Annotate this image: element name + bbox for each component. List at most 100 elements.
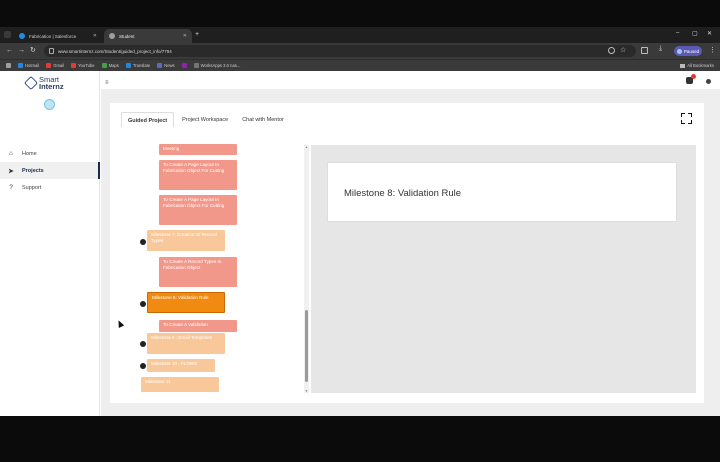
news-icon bbox=[157, 63, 163, 68]
notification-badge bbox=[691, 74, 696, 79]
bookmark-label: Hotmail bbox=[25, 63, 40, 68]
url-field[interactable]: www.smartinternz.com/Student/guided_proj… bbox=[44, 45, 636, 57]
help-icon: ? bbox=[9, 184, 13, 191]
tab-close-icon[interactable]: ✕ bbox=[93, 33, 97, 39]
tree-node-milestone[interactable]: Milestone 7: Creation Of Record Types bbox=[147, 230, 225, 251]
tab-chat-with-mentor[interactable]: Chat with Mentor bbox=[236, 112, 290, 128]
tree-node-current-milestone[interactable]: Milestone 8: Validation Rule bbox=[147, 292, 225, 313]
tab-close-icon[interactable]: ✕ bbox=[183, 33, 187, 39]
tree-node-task[interactable]: To Create A Record Types In Fabrication … bbox=[159, 257, 237, 287]
bookmark-label: News bbox=[164, 63, 175, 68]
gmail-icon bbox=[46, 63, 52, 68]
smartinternz-logo[interactable]: Smart Internz bbox=[23, 76, 64, 91]
tree-node-task[interactable]: To Create A Page Layout In Fabrication O… bbox=[159, 195, 237, 225]
close-window-icon[interactable]: ✕ bbox=[707, 30, 712, 37]
tree-node-task[interactable]: To Create A Validation bbox=[159, 320, 237, 332]
bookmark-unnamed[interactable] bbox=[181, 63, 187, 68]
site-info-icon[interactable] bbox=[49, 48, 54, 54]
maps-icon bbox=[101, 63, 107, 68]
milestone-bullet-icon bbox=[140, 301, 146, 307]
fullscreen-icon[interactable] bbox=[681, 113, 692, 124]
sidebar-item-support[interactable]: ? Support bbox=[0, 179, 100, 196]
project-tabs: Guided Project Project Workspace Chat wi… bbox=[121, 112, 290, 128]
bookmark-favicon-icon bbox=[181, 63, 187, 68]
bookmark-label: Translate bbox=[132, 63, 151, 68]
sidebar: Smart Internz ⌂ Home ➤ Projects ? Suppor… bbox=[0, 71, 100, 416]
tab-label: Student bbox=[119, 33, 135, 39]
tree-node-milestone[interactable]: Milestone 10 : FLOWS bbox=[147, 359, 215, 372]
bookmark-label: Gmail bbox=[53, 63, 65, 68]
all-bookmarks-label: All Bookmarks bbox=[687, 63, 714, 68]
student-favicon-icon bbox=[109, 33, 115, 39]
bookmark-youtube[interactable]: YouTube bbox=[71, 63, 95, 68]
forward-icon[interactable]: → bbox=[18, 47, 25, 55]
scrollbar-thumb[interactable] bbox=[305, 310, 308, 382]
sidebar-item-label: Home bbox=[22, 150, 37, 157]
hotmail-icon bbox=[18, 63, 23, 68]
bookmark-translate[interactable]: Translate bbox=[125, 63, 151, 68]
folder-icon bbox=[680, 63, 686, 68]
bookmarks-bar: Hotmail Gmail YouTube Maps Translate New… bbox=[0, 59, 720, 71]
tab-strip: Fabrication | Salesforce ✕ Student ✕ + –… bbox=[0, 27, 720, 43]
tab-guided-project[interactable]: Guided Project bbox=[121, 112, 175, 128]
browser-menu-icon[interactable]: ⋮ bbox=[709, 47, 716, 55]
bookmark-label: WorksApps 3.0 nas... bbox=[200, 63, 241, 68]
minimize-icon[interactable]: – bbox=[676, 30, 679, 36]
profile-avatar-icon bbox=[676, 48, 682, 54]
sidebar-item-home[interactable]: ⌂ Home bbox=[0, 145, 100, 162]
bookmark-maps[interactable]: Maps bbox=[101, 63, 119, 68]
milestone-tree: Meeting To Create A Page Layout In Fabri… bbox=[116, 140, 302, 396]
avatar[interactable] bbox=[44, 99, 55, 110]
bookmark-label: Maps bbox=[108, 63, 119, 68]
extensions-icon[interactable] bbox=[641, 47, 648, 54]
home-icon: ⌂ bbox=[9, 150, 13, 157]
bookmark-news[interactable]: News bbox=[157, 63, 175, 68]
milestone-header-card: Milestone 8: Validation Rule bbox=[327, 162, 677, 222]
tab-search-icon[interactable] bbox=[4, 31, 11, 38]
user-menu-icon[interactable] bbox=[706, 79, 711, 84]
browser-tab-salesforce[interactable]: Fabrication | Salesforce ✕ bbox=[14, 29, 102, 43]
sidebar-item-label: Support bbox=[22, 184, 42, 191]
bookmark-worksapps[interactable]: WorksApps 3.0 nas... bbox=[193, 63, 241, 68]
zoom-icon[interactable] bbox=[608, 47, 615, 54]
tree-node-milestone[interactable]: Milestone 9 : Email Templates bbox=[147, 333, 225, 354]
reload-icon[interactable]: ↻ bbox=[30, 47, 36, 55]
scroll-up-icon[interactable]: ▲ bbox=[304, 145, 309, 149]
screen-frame: Fabrication | Salesforce ✕ Student ✕ + –… bbox=[0, 0, 720, 462]
url-text: www.smartinternz.com/Student/guided_proj… bbox=[58, 48, 172, 54]
sidebar-item-projects[interactable]: ➤ Projects bbox=[0, 162, 100, 179]
sidebar-item-label: Projects bbox=[22, 167, 44, 174]
milestone-bullet-icon bbox=[140, 363, 146, 369]
back-icon[interactable]: ← bbox=[6, 47, 13, 55]
tab-label: Fabrication | Salesforce bbox=[29, 33, 77, 39]
tree-node-milestone[interactable]: Milestone 11 bbox=[141, 377, 219, 392]
tree-node-task[interactable]: Meeting bbox=[159, 144, 237, 155]
tab-project-workspace[interactable]: Project Workspace bbox=[176, 112, 234, 128]
profile-button[interactable]: Paused bbox=[674, 46, 702, 56]
new-tab-button[interactable]: + bbox=[195, 31, 199, 38]
salesforce-favicon-icon bbox=[19, 33, 25, 39]
milestone-title: Milestone 8: Validation Rule bbox=[344, 188, 462, 199]
bookmark-hotmail[interactable]: Hotmail bbox=[18, 63, 39, 68]
menu-toggle-icon[interactable]: ≡ bbox=[105, 80, 109, 86]
scroll-down-icon[interactable]: ▼ bbox=[304, 389, 309, 393]
download-icon[interactable]: ⤓ bbox=[659, 45, 666, 52]
milestone-bullet-icon bbox=[140, 341, 146, 347]
logo-text-line2: Internz bbox=[39, 82, 64, 91]
youtube-icon bbox=[71, 63, 77, 68]
all-bookmarks-button[interactable]: All Bookmarks bbox=[680, 63, 714, 68]
maximize-icon[interactable]: ▢ bbox=[692, 30, 698, 37]
apps-grid-icon[interactable] bbox=[6, 63, 11, 68]
notification-icon[interactable] bbox=[686, 74, 696, 84]
bookmark-gmail[interactable]: Gmail bbox=[46, 63, 64, 68]
address-bar-row: ← → ↻ www.smartinternz.com/Student/guide… bbox=[0, 43, 720, 59]
tree-node-task[interactable]: To Create A Page Layout In Fabrication O… bbox=[159, 160, 237, 190]
bookmark-star-icon[interactable]: ☆ bbox=[620, 46, 627, 54]
bookmark-label: YouTube bbox=[78, 63, 95, 68]
tree-scrollbar[interactable]: ▲ ▼ bbox=[304, 145, 309, 393]
translate-icon bbox=[125, 63, 131, 68]
browser-tab-student[interactable]: Student ✕ bbox=[104, 29, 192, 43]
send-icon: ➤ bbox=[8, 167, 14, 175]
profile-label: Paused bbox=[683, 48, 700, 54]
milestone-bullet-icon bbox=[140, 239, 146, 245]
